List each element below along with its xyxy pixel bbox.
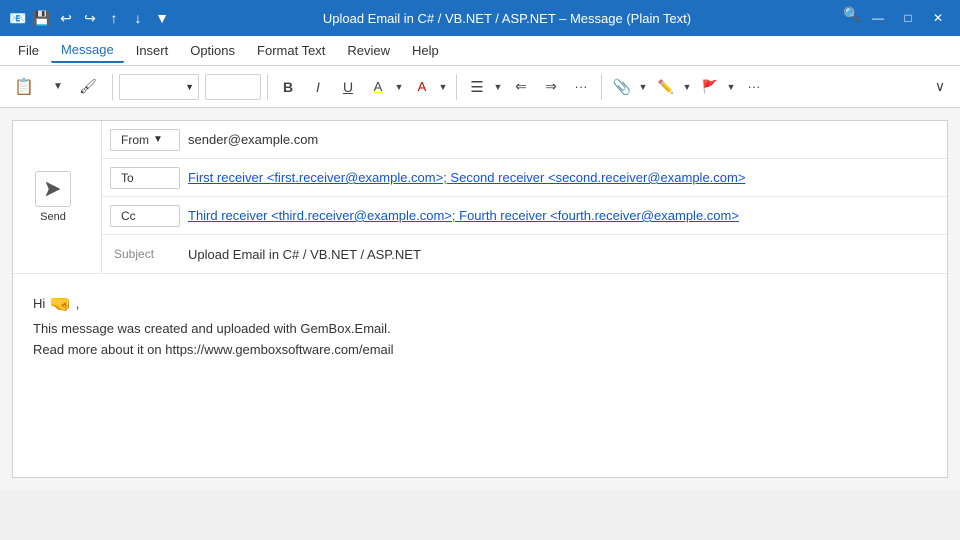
email-body[interactable]: Hi 🤜 , This message was created and uplo…	[13, 274, 947, 477]
redo-icon[interactable]: ↪	[80, 8, 100, 28]
body-line3: Read more about it on https://www.gembox…	[33, 340, 927, 361]
clipboard-icon[interactable]: 📋	[6, 73, 42, 101]
title-bar-app-icons: 📧 💾 ↩ ↪ ↑ ↓ ▼	[8, 8, 172, 28]
list-button[interactable]: ☰	[463, 73, 491, 101]
flag-button[interactable]: 🚩	[696, 73, 724, 101]
body-line2: This message was created and uploaded wi…	[33, 319, 927, 340]
font-size-dropdown[interactable]	[205, 74, 261, 100]
menu-format-text[interactable]: Format Text	[247, 39, 335, 62]
from-send-row: Send From ▼ sender@example.com To	[13, 121, 947, 274]
from-value: sender@example.com	[188, 132, 939, 147]
flag-dropdown[interactable]: ▼	[724, 73, 738, 101]
minimize-button[interactable]: —	[864, 4, 892, 32]
outdent-button[interactable]: ⇐	[507, 73, 535, 101]
dropdown-icon[interactable]: ▼	[152, 8, 172, 28]
toolbar: 📋 ▼ 🖌 ▼ B I U A ▼ A ▼ ☰ ▼ ⇐ ⇒ ··· 📎 ▼ ✏️…	[0, 66, 960, 108]
from-button[interactable]: From ▼	[110, 129, 180, 151]
attach-button[interactable]: 📎	[608, 73, 636, 101]
sep2	[267, 74, 268, 100]
menu-insert[interactable]: Insert	[126, 39, 179, 62]
more-options-button[interactable]: ···	[740, 73, 768, 101]
app-icon: 📧	[8, 8, 28, 28]
body-comma: ,	[76, 294, 80, 315]
cc-field-row: Cc Third receiver <third.receiver@exampl…	[102, 197, 947, 235]
send-svg-icon	[42, 178, 64, 200]
menu-review[interactable]: Review	[337, 39, 400, 62]
attach-dropdown[interactable]: ▼	[636, 73, 650, 101]
signature-dropdown[interactable]: ▼	[680, 73, 694, 101]
font-dropdown-arrow: ▼	[185, 82, 194, 92]
font-dropdown[interactable]: ▼	[119, 74, 199, 100]
greeting-line: Hi 🤜 ,	[33, 290, 927, 319]
send-arrow-icon	[35, 171, 71, 207]
close-button[interactable]: ✕	[924, 4, 952, 32]
to-field-row: To First receiver <first.receiver@exampl…	[102, 159, 947, 197]
menu-bar: File Message Insert Options Format Text …	[0, 36, 960, 66]
sep3	[456, 74, 457, 100]
save-icon[interactable]: 💾	[32, 8, 52, 28]
highlight-button[interactable]: A	[364, 73, 392, 101]
to-label: To	[121, 171, 134, 185]
down-icon[interactable]: ↓	[128, 8, 148, 28]
signature-button[interactable]: ✏️	[652, 73, 680, 101]
from-field-row: From ▼ sender@example.com	[102, 121, 947, 159]
email-compose: Send From ▼ sender@example.com To	[12, 120, 948, 478]
send-section: Send	[13, 121, 102, 273]
undo-icon[interactable]: ↩	[56, 8, 76, 28]
italic-button[interactable]: I	[304, 73, 332, 101]
cc-button[interactable]: Cc	[110, 205, 180, 227]
subject-field-row: Subject Upload Email in C# / VB.NET / AS…	[102, 235, 947, 273]
search-icon[interactable]: 🔍	[842, 4, 862, 24]
cc-value[interactable]: Third receiver <third.receiver@example.c…	[188, 208, 739, 223]
content-area: Send From ▼ sender@example.com To	[0, 108, 960, 490]
subject-value: Upload Email in C# / VB.NET / ASP.NET	[188, 247, 939, 262]
expand-ribbon-button[interactable]: ∨	[926, 73, 954, 101]
fontcolor-button[interactable]: A	[408, 73, 436, 101]
subject-label: Subject	[110, 247, 180, 261]
window-controls: 🔍 — □ ✕	[842, 4, 952, 32]
list-dropdown[interactable]: ▼	[491, 73, 505, 101]
sep1	[112, 74, 113, 100]
more-format-button[interactable]: ···	[567, 73, 595, 101]
to-button[interactable]: To	[110, 167, 180, 189]
cc-label: Cc	[121, 209, 136, 223]
from-dropdown-arrow: ▼	[153, 134, 163, 145]
menu-message[interactable]: Message	[51, 38, 124, 63]
to-value[interactable]: First receiver <first.receiver@example.c…	[188, 170, 745, 185]
format-painter-icon[interactable]: 🖌	[74, 73, 102, 101]
emoji-icon: 🤜	[49, 290, 71, 319]
from-label: From	[121, 133, 149, 147]
body-hi: Hi	[33, 294, 45, 315]
email-fields: From ▼ sender@example.com To First recei…	[102, 121, 947, 273]
highlight-dropdown[interactable]: ▼	[392, 73, 406, 101]
underline-button[interactable]: U	[334, 73, 362, 101]
indent-button[interactable]: ⇒	[537, 73, 565, 101]
sep4	[601, 74, 602, 100]
up-icon[interactable]: ↑	[104, 8, 124, 28]
bold-button[interactable]: B	[274, 73, 302, 101]
send-button[interactable]: Send	[23, 162, 83, 232]
title-bar: 📧 💾 ↩ ↪ ↑ ↓ ▼ Upload Email in C# / VB.NE…	[0, 0, 960, 36]
menu-options[interactable]: Options	[180, 39, 245, 62]
window-title: Upload Email in C# / VB.NET / ASP.NET – …	[178, 11, 836, 26]
maximize-button[interactable]: □	[894, 4, 922, 32]
menu-file[interactable]: File	[8, 39, 49, 62]
fontcolor-dropdown[interactable]: ▼	[436, 73, 450, 101]
send-label: Send	[40, 211, 66, 223]
menu-help[interactable]: Help	[402, 39, 449, 62]
clipboard-dropdown[interactable]: ▼	[44, 73, 72, 101]
